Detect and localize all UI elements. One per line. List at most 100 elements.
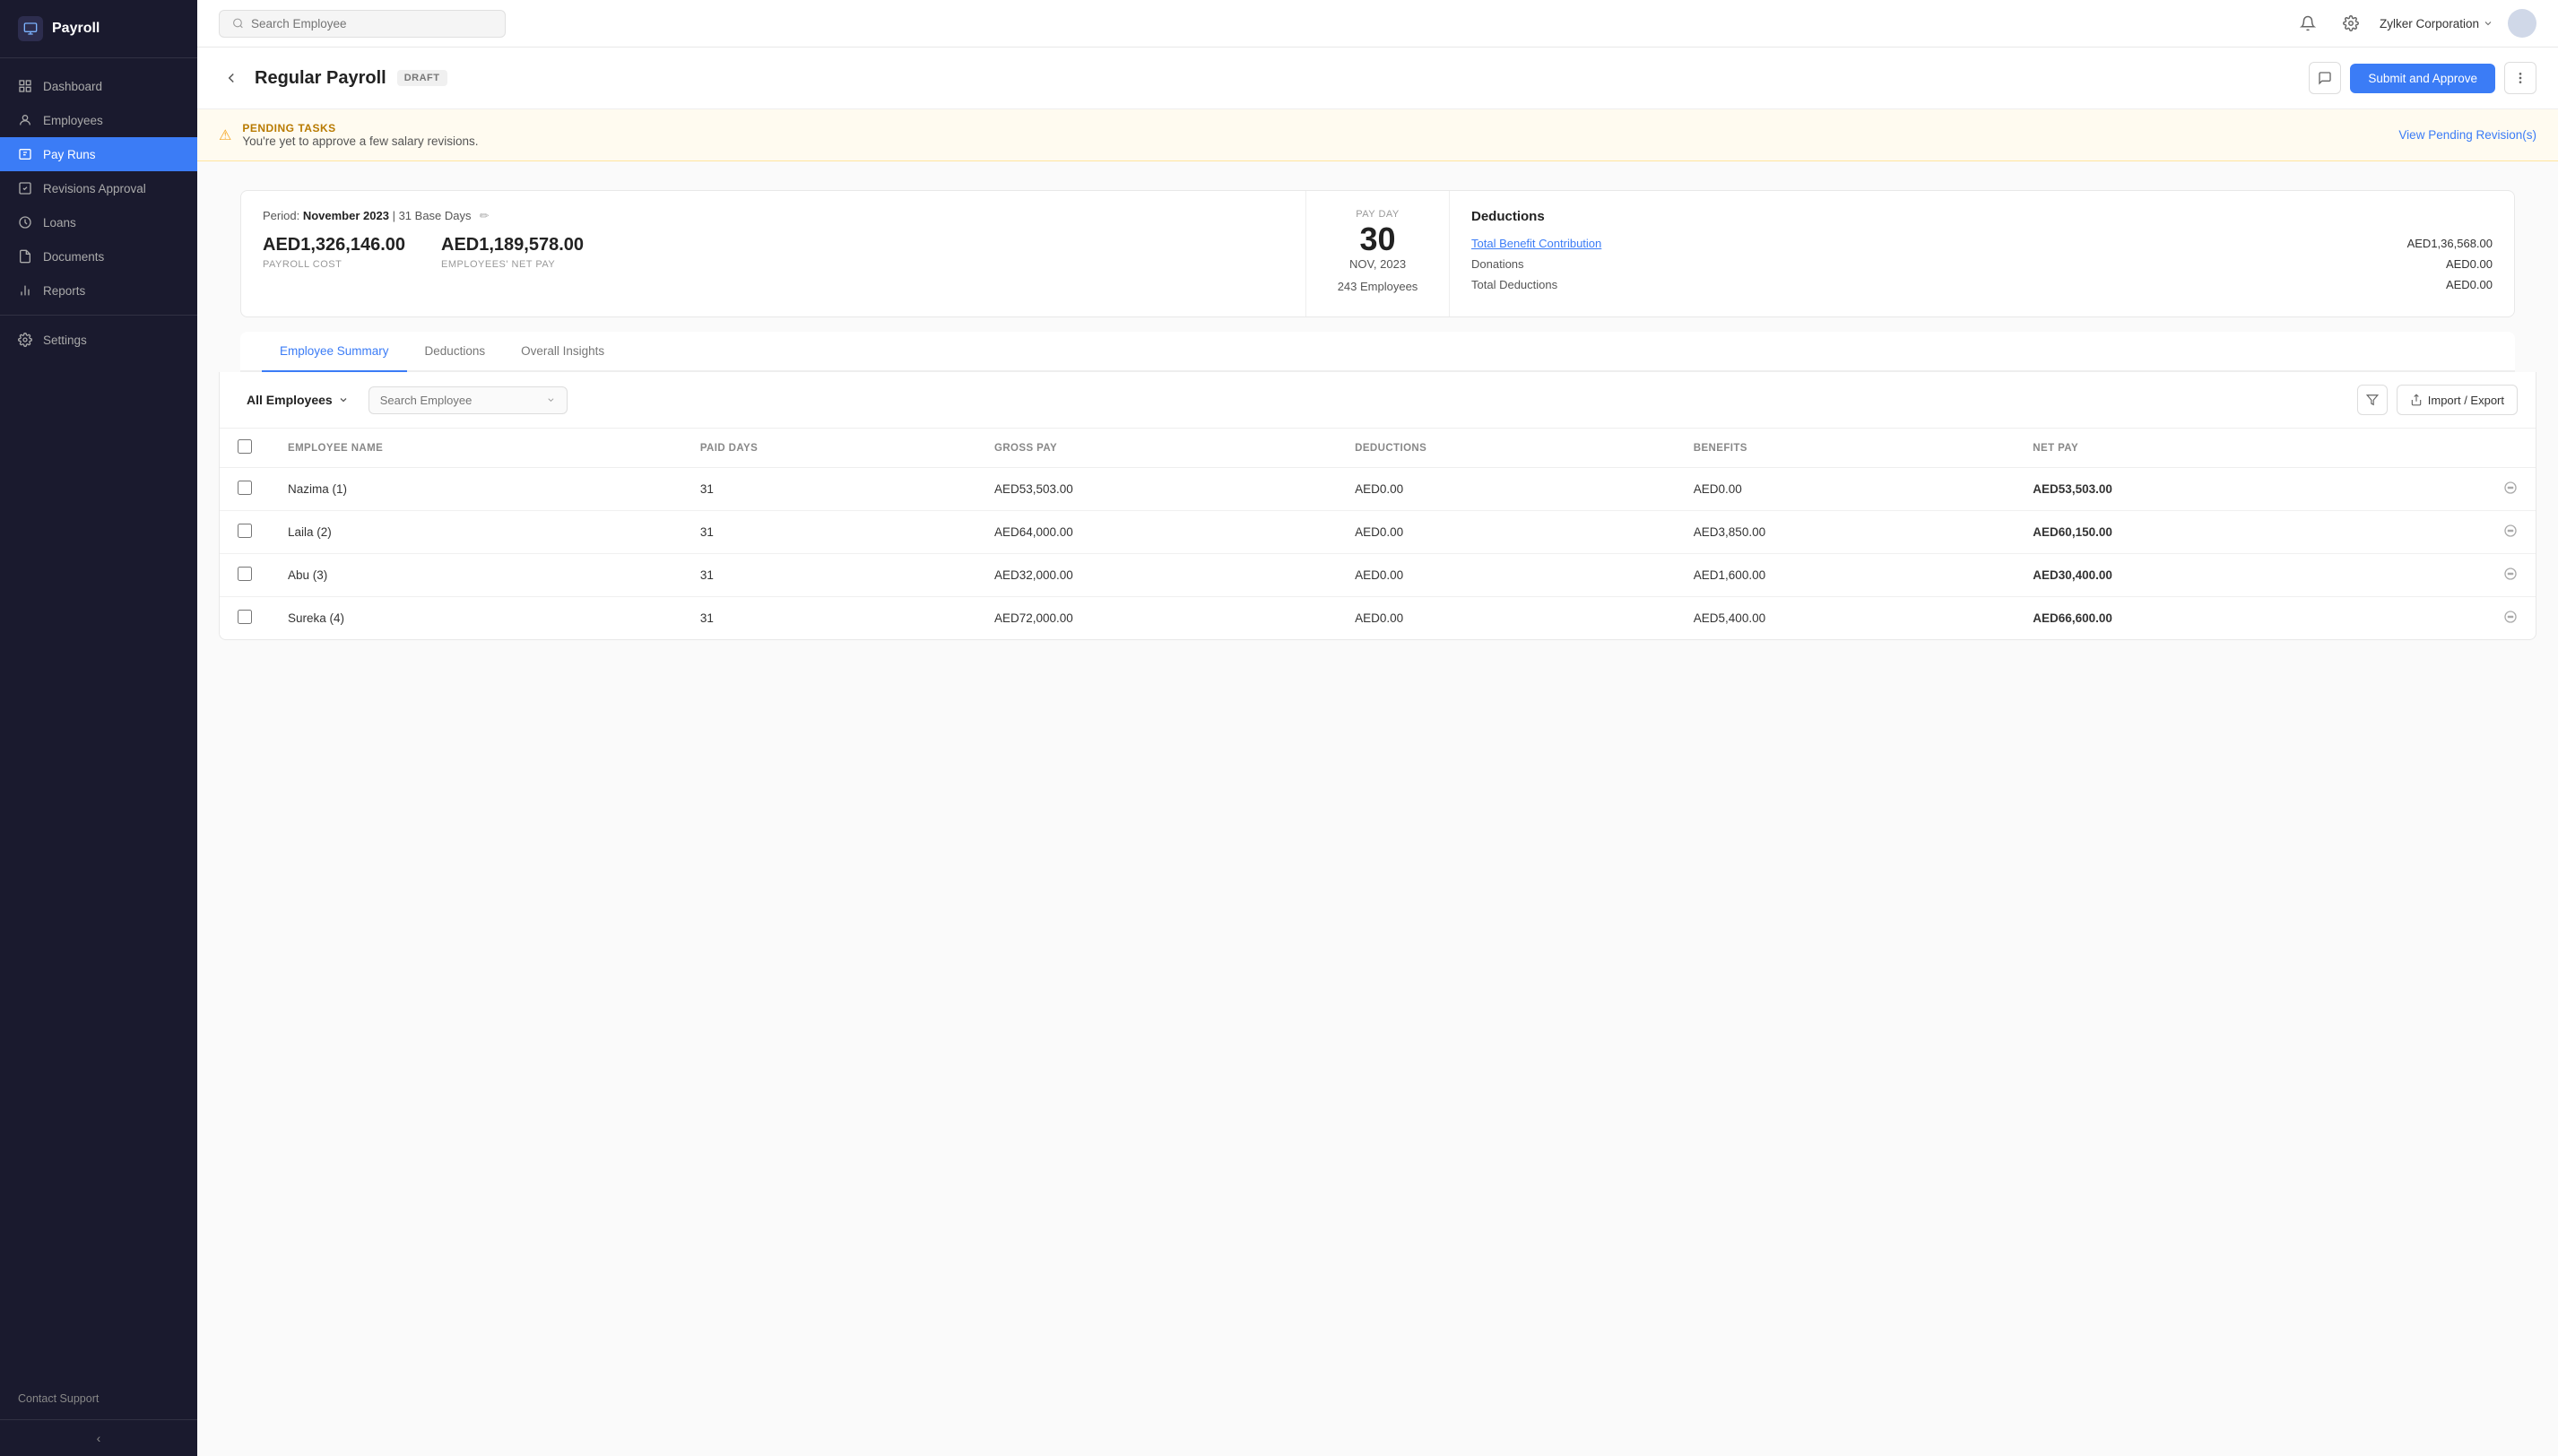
notification-button[interactable]: [2294, 9, 2322, 38]
sidebar-item-loans-label: Loans: [43, 216, 76, 230]
row-more-cell: [2378, 554, 2536, 597]
sidebar-item-documents[interactable]: Documents: [0, 239, 197, 273]
sidebar-divider: [0, 315, 197, 316]
tabs: Employee Summary Deductions Overall Insi…: [240, 332, 2515, 372]
total-benefit-contribution-link[interactable]: Total Benefit Contribution: [1471, 237, 1601, 250]
sidebar-item-pay-runs-label: Pay Runs: [43, 148, 96, 161]
edit-period-icon[interactable]: ✏: [478, 210, 490, 222]
sidebar-item-settings[interactable]: Settings: [0, 323, 197, 357]
row-more-button[interactable]: [2503, 613, 2518, 627]
row-gross-pay: AED64,000.00: [976, 511, 1337, 554]
documents-icon: [18, 249, 32, 264]
topbar-right: Zylker Corporation: [2294, 9, 2536, 38]
page-header: Regular Payroll DRAFT Submit and Approve: [197, 48, 2558, 109]
view-pending-link[interactable]: View Pending Revision(s): [2398, 128, 2536, 142]
tab-overall-insights[interactable]: Overall Insights: [503, 332, 622, 372]
row-benefits: AED0.00: [1676, 468, 2016, 511]
row-gross-pay: AED32,000.00: [976, 554, 1337, 597]
stats-period: Period: November 2023 | 31 Base Days ✏: [263, 209, 1284, 222]
page-title: Regular Payroll: [255, 68, 386, 89]
stats-right: Deductions Total Benefit Contribution AE…: [1450, 191, 2514, 316]
row-employee-name: Laila (2): [270, 511, 682, 554]
row-checkbox[interactable]: [238, 524, 252, 538]
settings-button[interactable]: [2337, 9, 2365, 38]
row-checkbox[interactable]: [238, 610, 252, 624]
comment-button[interactable]: [2309, 62, 2341, 94]
back-button[interactable]: [219, 65, 244, 91]
row-more-button[interactable]: [2503, 527, 2518, 541]
row-employee-name: Abu (3): [270, 554, 682, 597]
col-benefits: BENEFITS: [1676, 429, 2016, 468]
employee-table-section: All Employees Import / Export: [219, 372, 2536, 640]
app-logo-icon: [18, 16, 43, 41]
sidebar-item-pay-runs[interactable]: Pay Runs: [0, 137, 197, 171]
company-selector[interactable]: Zylker Corporation: [2380, 17, 2493, 30]
sidebar-item-revisions-label: Revisions Approval: [43, 182, 146, 195]
import-export-button[interactable]: Import / Export: [2397, 385, 2518, 415]
net-pay-value: AED1,189,578.00: [441, 235, 584, 256]
sidebar-item-reports-label: Reports: [43, 284, 85, 298]
search-input[interactable]: [251, 17, 492, 30]
sidebar-collapse[interactable]: ‹: [0, 1419, 197, 1456]
header-actions: Submit and Approve: [2309, 62, 2536, 94]
stats-section: Period: November 2023 | 31 Base Days ✏ A…: [240, 190, 2515, 317]
row-gross-pay: AED72,000.00: [976, 597, 1337, 640]
loans-icon: [18, 215, 32, 230]
row-benefits: AED5,400.00: [1676, 597, 2016, 640]
row-more-button[interactable]: [2503, 484, 2518, 498]
import-icon: [2410, 394, 2423, 406]
row-more-button[interactable]: [2503, 570, 2518, 584]
total-deductions-value: AED0.00: [2446, 278, 2493, 291]
chevron-down-icon: [2483, 18, 2493, 29]
select-all-checkbox[interactable]: [238, 439, 252, 454]
submit-approve-button[interactable]: Submit and Approve: [2350, 64, 2495, 93]
sidebar-nav: Dashboard Employees Pay Runs Revisions A…: [0, 58, 197, 1378]
col-net-pay: NET PAY: [2015, 429, 2377, 468]
pending-text: You're yet to approve a few salary revis…: [242, 134, 478, 148]
row-checkbox-cell: [220, 597, 270, 640]
tab-deductions[interactable]: Deductions: [407, 332, 504, 372]
col-actions: [2378, 429, 2536, 468]
stats-mid: PAY DAY 30 NOV, 2023 243 Employees: [1306, 191, 1450, 316]
filter-button[interactable]: [2357, 385, 2388, 415]
sidebar-item-dashboard[interactable]: Dashboard: [0, 69, 197, 103]
app-logo: Payroll: [0, 0, 197, 58]
sidebar-item-loans[interactable]: Loans: [0, 205, 197, 239]
more-options-button[interactable]: [2504, 62, 2536, 94]
sidebar-item-reports[interactable]: Reports: [0, 273, 197, 308]
avatar[interactable]: [2508, 9, 2536, 38]
row-checkbox[interactable]: [238, 481, 252, 495]
search-icon: [232, 17, 244, 30]
payruns-icon: [18, 147, 32, 161]
col-checkbox: [220, 429, 270, 468]
person-icon: [18, 113, 32, 127]
row-checkbox[interactable]: [238, 567, 252, 581]
revisions-icon: [18, 181, 32, 195]
sidebar-item-employees[interactable]: Employees: [0, 103, 197, 137]
row-more-cell: [2378, 468, 2536, 511]
row-paid-days: 31: [682, 511, 976, 554]
payroll-cost-label: PAYROLL COST: [263, 259, 405, 270]
tab-employee-summary[interactable]: Employee Summary: [262, 332, 407, 372]
row-gross-pay: AED53,503.00: [976, 468, 1337, 511]
sidebar-item-revisions-approval[interactable]: Revisions Approval: [0, 171, 197, 205]
employee-search-box[interactable]: [369, 386, 568, 414]
col-gross-pay: GROSS PAY: [976, 429, 1337, 468]
all-employees-filter[interactable]: All Employees: [238, 387, 358, 412]
sidebar-item-dashboard-label: Dashboard: [43, 80, 102, 93]
row-employee-name: Nazima (1): [270, 468, 682, 511]
employee-search-input[interactable]: [380, 394, 539, 407]
donations-label: Donations: [1471, 257, 1524, 271]
pay-day-number: 30: [1328, 223, 1427, 256]
pending-label: PENDING TASKS: [242, 122, 478, 134]
global-search-box[interactable]: [219, 10, 506, 38]
row-checkbox-cell: [220, 468, 270, 511]
collapse-icon[interactable]: ‹: [97, 1431, 101, 1445]
deduction-row-3: Total Deductions AED0.00: [1471, 278, 2493, 291]
net-pay-stat: AED1,189,578.00 EMPLOYEES' NET PAY: [441, 235, 584, 270]
settings-icon: [18, 333, 32, 347]
row-net-pay: AED60,150.00: [2015, 511, 2377, 554]
contact-support[interactable]: Contact Support: [0, 1378, 197, 1419]
row-deductions: AED0.00: [1337, 468, 1676, 511]
pay-day-label: PAY DAY: [1328, 209, 1427, 220]
